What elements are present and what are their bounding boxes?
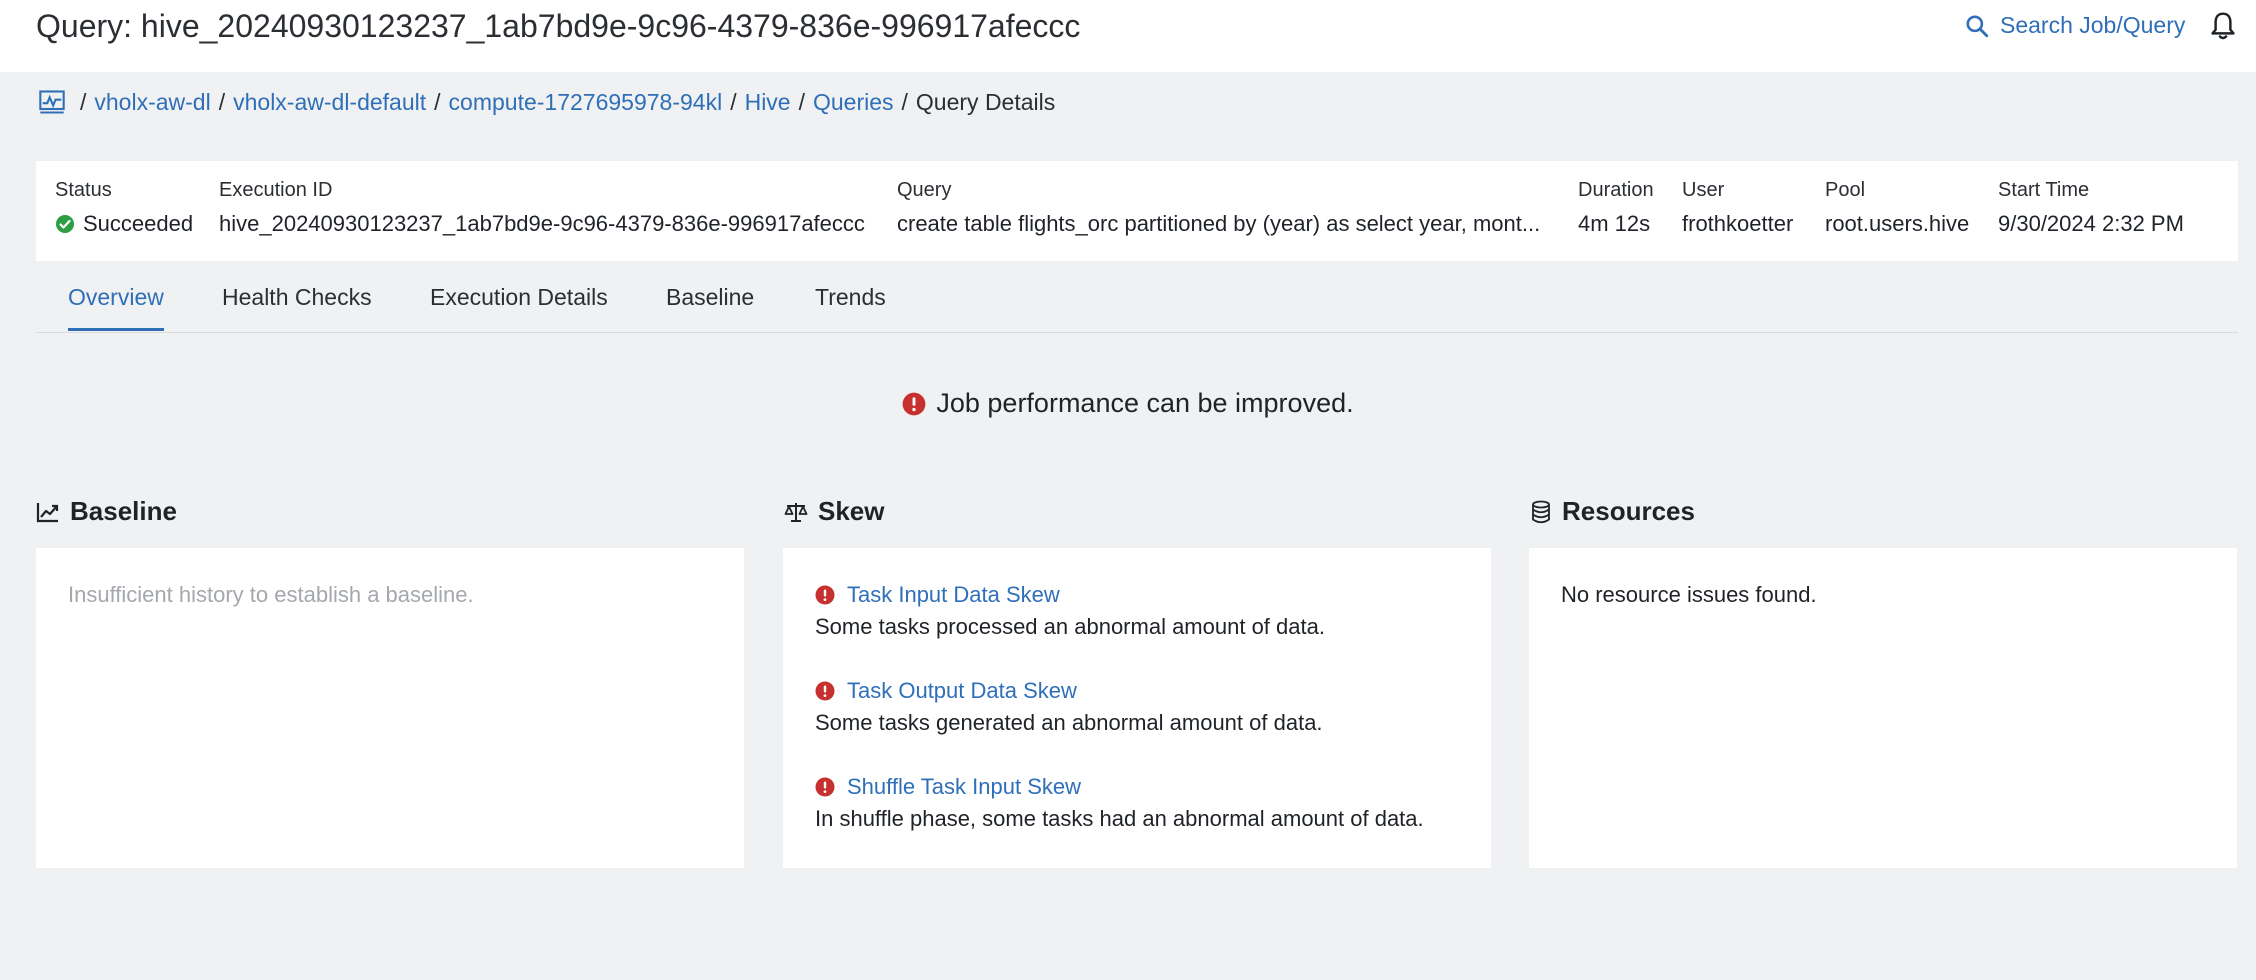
skew-item-link[interactable]: Task Input Data Skew (815, 582, 1325, 608)
resources-message: No resource issues found. (1561, 582, 1817, 607)
user-label: User (1682, 179, 1725, 201)
breadcrumb-item-hive[interactable]: Hive (745, 89, 791, 116)
error-icon (815, 681, 835, 701)
skew-card: Task Input Data Skew Some tasks processe… (783, 548, 1491, 868)
execution-id-label: Execution ID (219, 179, 333, 201)
performance-alert: Job performance can be improved. (0, 388, 2256, 419)
pool-label: Pool (1825, 179, 1866, 201)
breadcrumb-separator: / (434, 88, 441, 115)
breadcrumb-separator: / (798, 88, 805, 115)
search-job-query-link[interactable]: Search Job/Query (1964, 12, 2185, 39)
execution-id-value: hive_20240930123237_1ab7bd9e-9c96-4379-8… (219, 211, 865, 236)
breadcrumb-separator: / (901, 88, 908, 115)
breadcrumb-item-environment[interactable]: vholx-aw-dl-default (233, 89, 426, 116)
tab-trends[interactable]: Trends (815, 284, 886, 328)
query-label: Query (897, 179, 952, 201)
tab-overview[interactable]: Overview (68, 284, 164, 331)
breadcrumb-separator: / (730, 88, 737, 115)
query-field: Query create table flights_orc partition… (897, 179, 1540, 237)
breadcrumb-current: Query Details (915, 88, 1056, 115)
skew-item-link[interactable]: Shuffle Task Input Skew (815, 774, 1424, 800)
bell-icon[interactable] (2208, 10, 2238, 42)
tab-baseline[interactable]: Baseline (666, 284, 754, 328)
skew-heading-text: Skew (818, 496, 885, 526)
status-text: Succeeded (83, 211, 194, 236)
duration-field: Duration 4m 12s (1578, 179, 1654, 237)
baseline-heading: Baseline (36, 496, 177, 527)
skew-item-title: Task Output Data Skew (847, 678, 1077, 703)
skew-item-title: Task Input Data Skew (847, 582, 1060, 607)
top-bar: Query: hive_20240930123237_1ab7bd9e-9c96… (0, 0, 2256, 72)
pool-field: Pool root.users.hive (1825, 179, 1969, 237)
status-value: Succeeded (55, 211, 193, 237)
error-icon (815, 777, 835, 797)
start-time-field: Start Time 9/30/2024 2:32 PM (1998, 179, 2184, 237)
query-summary-panel: Status Succeeded Execution ID hive_20240… (36, 161, 2238, 261)
user-field: User frothkoetter (1682, 179, 1793, 237)
pool-value: root.users.hive (1825, 211, 1970, 236)
baseline-message: Insufficient history to establish a base… (68, 582, 474, 607)
query-value: create table flights_orc partitioned by … (897, 211, 1541, 236)
status-label: Status (55, 179, 112, 201)
breadcrumb-item-compute[interactable]: compute-1727695978-94kl (449, 89, 723, 116)
search-link-label: Search Job/Query (2000, 12, 2186, 38)
skew-item-link[interactable]: Task Output Data Skew (815, 678, 1323, 704)
resources-card: No resource issues found. (1529, 548, 2237, 868)
start-time-value: 9/30/2024 2:32 PM (1998, 211, 2184, 236)
breadcrumb-separator: / (218, 88, 226, 115)
resources-heading: Resources (1530, 496, 1695, 527)
execution-id-field: Execution ID hive_20240930123237_1ab7bd9… (219, 179, 865, 237)
breadcrumb: / vholx-aw-dl / vholx-aw-dl-default / co… (38, 86, 1055, 118)
skew-heading: Skew (784, 496, 885, 527)
status-field: Status Succeeded (55, 179, 193, 237)
resources-heading-text: Resources (1562, 496, 1695, 526)
search-icon (1966, 14, 1989, 37)
baseline-card: Insufficient history to establish a base… (36, 548, 744, 868)
skew-item-description: In shuffle phase, some tasks had an abno… (815, 806, 1424, 831)
skew-item-description: Some tasks generated an abnormal amount … (815, 710, 1323, 735)
tab-execution-details[interactable]: Execution Details (430, 284, 608, 328)
user-value: frothkoetter (1682, 211, 1794, 236)
breadcrumb-item-queries[interactable]: Queries (813, 89, 894, 116)
page-title: Query: hive_20240930123237_1ab7bd9e-9c96… (36, 8, 1081, 44)
success-check-icon (56, 215, 74, 233)
baseline-heading-text: Baseline (70, 496, 177, 526)
skew-item-description: Some tasks processed an abnormal amount … (815, 614, 1325, 639)
database-icon (1532, 500, 1550, 523)
skew-item: Task Output Data Skew Some tasks generat… (815, 678, 1323, 736)
error-icon (815, 585, 835, 605)
tab-bar: Overview Health Checks Execution Details… (36, 268, 2238, 333)
performance-message: Job performance can be improved. (936, 388, 1354, 418)
skew-item-title: Shuffle Task Input Skew (847, 774, 1081, 799)
tab-health-checks[interactable]: Health Checks (222, 284, 372, 328)
skew-item: Shuffle Task Input Skew In shuffle phase… (815, 774, 1424, 832)
duration-value: 4m 12s (1578, 211, 1651, 236)
start-time-label: Start Time (1998, 179, 2090, 201)
breadcrumb-separator: / (80, 88, 87, 115)
trend-chart-icon (36, 502, 59, 522)
duration-label: Duration (1578, 179, 1654, 201)
balance-scale-icon (784, 502, 808, 522)
skew-item: Task Input Data Skew Some tasks processe… (815, 582, 1325, 640)
error-icon (902, 392, 926, 415)
cluster-monitor-icon[interactable] (38, 88, 66, 116)
breadcrumb-item-datalake[interactable]: vholx-aw-dl (94, 89, 210, 116)
